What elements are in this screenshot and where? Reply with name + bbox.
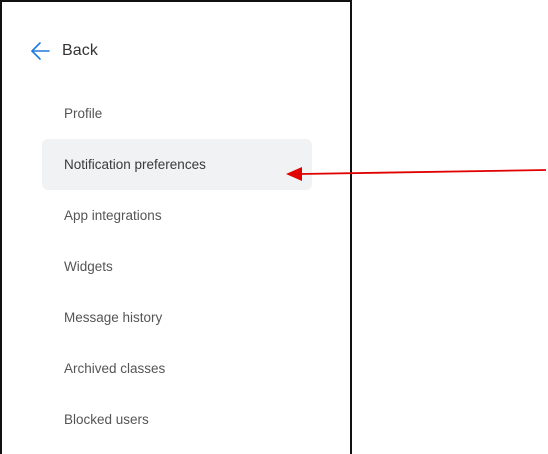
- menu-item-widgets[interactable]: Widgets: [42, 241, 312, 292]
- arrow-left-icon: [30, 41, 50, 61]
- menu-item-archived-classes[interactable]: Archived classes: [42, 343, 312, 394]
- menu-item-message-history[interactable]: Message history: [42, 292, 312, 343]
- back-label: Back: [62, 42, 98, 59]
- menu-item-notification-preferences[interactable]: Notification preferences: [42, 139, 312, 190]
- menu-item-profile[interactable]: Profile: [42, 88, 312, 139]
- menu-item-app-integrations[interactable]: App integrations: [42, 190, 312, 241]
- settings-menu: Profile Notification preferences App int…: [42, 88, 312, 445]
- settings-sidebar: Back Profile Notification preferences Ap…: [0, 0, 352, 454]
- back-button[interactable]: Back: [30, 38, 98, 64]
- menu-item-blocked-users[interactable]: Blocked users: [42, 394, 312, 445]
